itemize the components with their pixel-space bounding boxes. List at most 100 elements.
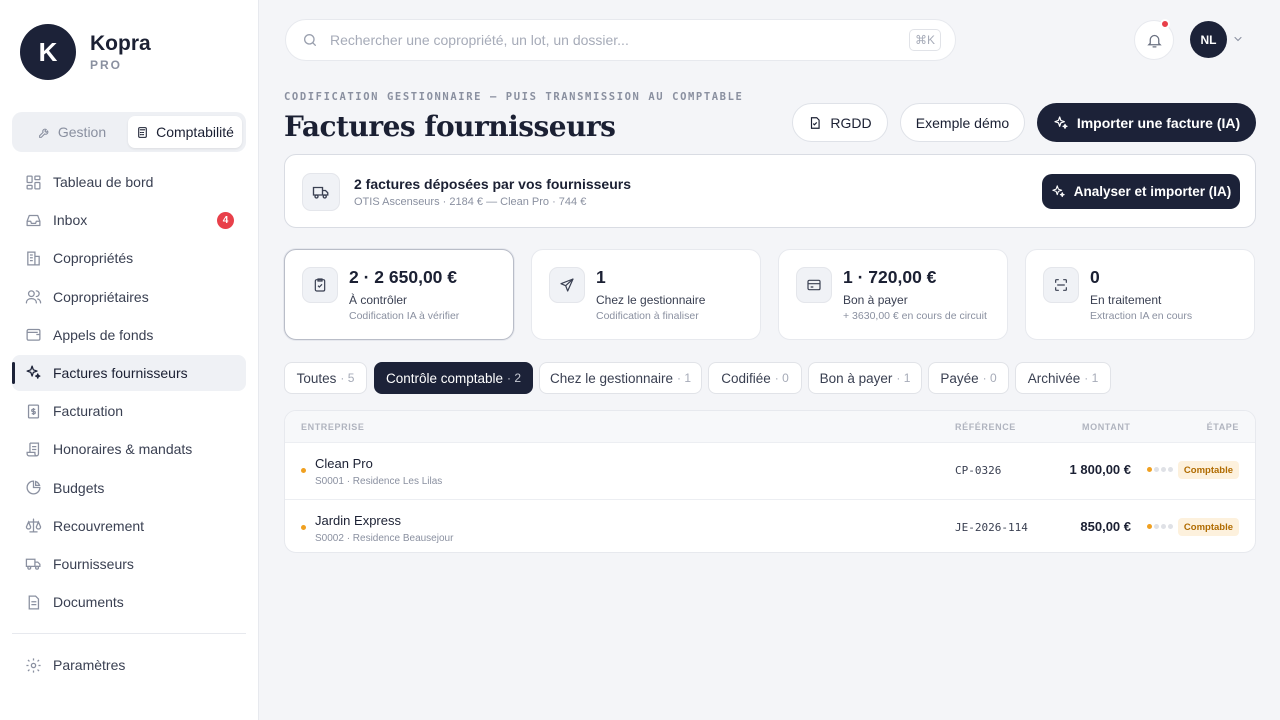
stat-label: À contrôler (349, 293, 408, 307)
sidebar-item-recouvrement[interactable]: Recouvrement (12, 508, 246, 544)
sidebar-item-coproprietaires[interactable]: Copropriétaires (12, 279, 246, 315)
calculator-icon (138, 126, 147, 138)
tab-count: · 1 (1084, 371, 1099, 385)
stat-label: Bon à payer (843, 293, 908, 307)
table-row[interactable]: Clean Pro S0001 · Residence Les Lilas CP… (285, 443, 1255, 499)
wallet-icon (24, 326, 42, 344)
tab-count: · 1 (677, 371, 692, 385)
send-icon (549, 267, 585, 303)
invoices-table: ENTREPRISE RÉFÉRENCE MONTANT ÉTAPE Clean… (284, 410, 1256, 553)
demo-example-button[interactable]: Exemple démo (900, 103, 1025, 142)
tab-archivee[interactable]: Archivée · 1 (1015, 362, 1111, 394)
sidebar-item-documents[interactable]: Documents (12, 584, 246, 620)
search-bar[interactable]: ⌘K (285, 19, 956, 61)
sidebar-item-honoraires-mandats[interactable]: Honoraires & mandats (12, 431, 246, 467)
sidebar-item-fournisseurs[interactable]: Fournisseurs (12, 546, 246, 582)
sidebar-item-inbox[interactable]: Inbox 4 (12, 202, 246, 238)
tab-count: · 1 (896, 371, 911, 385)
stat-subtext: Extraction IA en cours (1090, 310, 1193, 322)
scroll-icon (24, 440, 42, 458)
page-title: Factures fournisseurs (284, 110, 616, 143)
mode-comptabilite-label: Comptabilité (156, 124, 234, 140)
column-header-montant[interactable]: MONTANT (1082, 422, 1131, 432)
tab-bon-a-payer[interactable]: Bon à payer · 1 (808, 362, 922, 394)
column-header-entreprise[interactable]: ENTREPRISE (301, 422, 365, 432)
truck-icon (302, 173, 340, 211)
sidebar-item-tableau-de-bord[interactable]: Tableau de bord (12, 164, 246, 200)
sidebar-item-label: Tableau de bord (53, 174, 154, 190)
bell-icon (1146, 34, 1162, 48)
tab-count: · 2 (507, 371, 522, 385)
search-icon (304, 34, 316, 46)
tab-count: · 0 (774, 371, 789, 385)
sidebar-item-coproprietes[interactable]: Copropriétés (12, 240, 246, 276)
status-dot (301, 468, 306, 473)
tab-label: Bon à payer (819, 370, 893, 386)
stat-card-bon-a-payer[interactable]: 1 · 720,00 € Bon à payer + 3630,00 € en … (778, 249, 1008, 340)
stat-value: 1 · 720,00 € (843, 267, 937, 287)
mode-gestion-label: Gestion (57, 124, 107, 140)
sidebar-item-facturation[interactable]: Facturation (12, 393, 246, 429)
tab-toutes[interactable]: Toutes · 5 (284, 362, 367, 394)
import-invoice-ai-button[interactable]: Importer une facture (IA) (1037, 103, 1256, 142)
mode-switch: Gestion Comptabilité (12, 112, 246, 152)
stat-value: 1 (596, 267, 606, 287)
sidebar-item-factures-fournisseurs[interactable]: Factures fournisseurs (12, 354, 246, 391)
credit-card-icon (796, 267, 832, 303)
stat-subtext: + 3630,00 € en cours de circuit (843, 310, 987, 322)
chevron-down-icon[interactable] (1232, 33, 1244, 45)
sparkles-icon (24, 364, 42, 382)
stat-subtext: Codification à finaliser (596, 310, 699, 322)
stat-card-chez-gestionnaire[interactable]: 1 Chez le gestionnaire Codification à fi… (531, 249, 761, 340)
stat-subtext: Codification IA à vérifier (349, 310, 460, 322)
sparkles-icon (1052, 185, 1065, 198)
document-icon (24, 593, 42, 611)
app-logo[interactable]: K Kopra PRO (20, 24, 151, 80)
rgdd-label: RGDD (830, 114, 872, 131)
tab-codifiee[interactable]: Codifiée · 0 (708, 362, 802, 394)
sidebar-item-label: Appels de fonds (53, 326, 154, 343)
invoice-amount: 1 800,00 € (1069, 462, 1131, 477)
tab-chez-le-gestionnaire[interactable]: Chez le gestionnaire · 1 (539, 362, 702, 394)
tab-count: · 5 (340, 371, 355, 385)
notifications-button[interactable] (1134, 19, 1174, 60)
mode-gestion-button[interactable]: Gestion (16, 116, 128, 148)
supplier-name: Clean Pro (315, 456, 373, 471)
sidebar-item-label: Documents (53, 594, 124, 611)
mode-comptabilite-button[interactable]: Comptabilité (128, 116, 242, 148)
inbox-icon (24, 211, 42, 229)
banner-title: 2 factures déposées par vos fournisseurs (354, 176, 631, 192)
sidebar-item-budgets[interactable]: Budgets (12, 470, 246, 506)
search-input[interactable] (330, 32, 890, 48)
tab-label: Archivée (1027, 370, 1081, 386)
sidebar-item-label: Factures fournisseurs (53, 364, 188, 381)
sidebar-item-label: Fournisseurs (53, 555, 134, 572)
gear-icon (24, 656, 42, 674)
stat-card-a-controler[interactable]: 2 · 2 650,00 € À contrôler Codification … (284, 249, 514, 340)
rgdd-button[interactable]: RGDD (792, 103, 888, 142)
sidebar: K Kopra PRO Gestion Comptabilité Tableau… (0, 0, 259, 720)
invoice-amount: 850,00 € (1080, 519, 1131, 534)
tab-payee[interactable]: Payée · 0 (928, 362, 1009, 394)
sidebar-item-appels-de-fonds[interactable]: Appels de fonds (12, 317, 246, 353)
demo-example-label: Exemple démo (915, 114, 1010, 131)
sidebar-item-label: Paramètres (53, 657, 126, 673)
pie-chart-icon (24, 479, 42, 497)
file-icon (811, 116, 821, 129)
stage-badge: Comptable (1177, 518, 1239, 536)
invoice-reference: JE-2026-114 (955, 521, 1028, 534)
stat-card-en-traitement[interactable]: 0 En traitement Extraction IA en cours (1025, 249, 1255, 340)
tab-label: Chez le gestionnaire (549, 370, 674, 386)
sidebar-item-parametres[interactable]: Paramètres (12, 647, 246, 683)
avatar[interactable]: NL (1190, 21, 1227, 58)
supplier-property: S0002 · Residence Beausejour (315, 533, 454, 544)
column-header-reference[interactable]: RÉFÉRENCE (955, 422, 1016, 432)
table-row[interactable]: Jardin Express S0002 · Residence Beausej… (285, 499, 1255, 552)
analyze-import-button[interactable]: Analyser et importer (IA) (1042, 174, 1240, 209)
tab-label: Toutes (296, 370, 337, 386)
scale-icon (24, 517, 42, 535)
column-header-etape[interactable]: ÉTAPE (1207, 422, 1239, 432)
table-header: ENTREPRISE RÉFÉRENCE MONTANT ÉTAPE (285, 411, 1255, 443)
tab-controle-comptable[interactable]: Contrôle comptable · 2 (374, 362, 533, 394)
inbox-count-badge: 4 (217, 212, 234, 230)
